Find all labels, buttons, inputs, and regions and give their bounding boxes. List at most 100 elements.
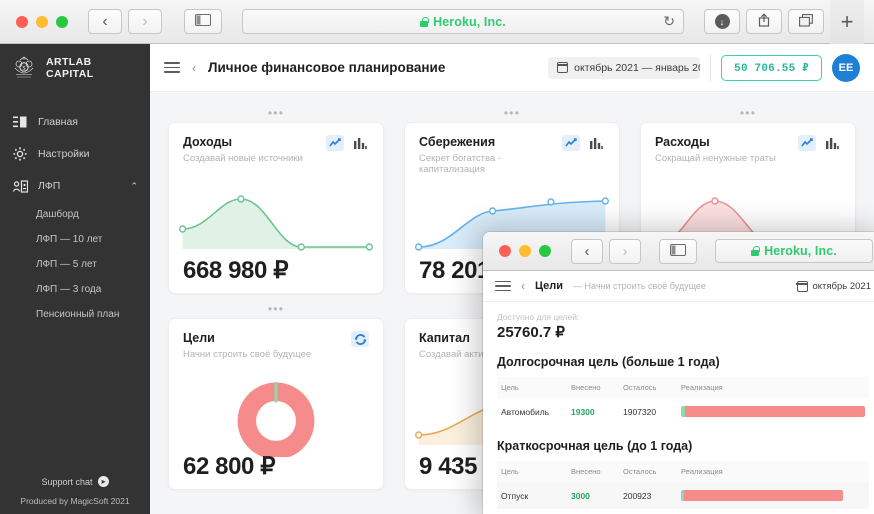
avatar[interactable]: ЕЕ [832,53,860,82]
calendar-icon [796,280,808,292]
address-bar[interactable]: Heroku, Inc. [715,239,873,263]
date-picker[interactable]: октябрь 2021 [796,280,871,292]
downloads-button[interactable]: ↓ [704,9,740,34]
sidebar-item-lfp-5[interactable]: ЛФП — 5 лет [0,252,150,277]
card-cell: ••• Доходы Создавай новые источники 668 … [168,98,384,294]
card-goals[interactable]: Цели Начни строить своё будущее 62 800 ₽ [168,318,384,490]
line-chart-icon[interactable] [798,135,816,151]
sidebar-item-dashboard[interactable]: Дашборд [0,202,150,227]
cell-deposited: 3000 [571,490,590,501]
back-chevron-icon[interactable]: ‹ [192,61,196,75]
sidebar-item-lfp-10[interactable]: ЛФП — 10 лет [0,227,150,252]
sidebar-footer: Support chat ➤ Produced by MagicSoft 202… [0,476,150,506]
card-title: Доходы [183,135,233,149]
card-menu-button[interactable]: ••• [168,107,384,122]
balance-badge[interactable]: 50 706.55 ₽ [721,54,822,81]
line-chart-icon[interactable] [562,135,580,151]
progress-remaining [684,490,843,501]
new-tab-button[interactable]: + [830,0,864,44]
minimize-window-button[interactable] [519,245,531,257]
refresh-icon[interactable] [351,331,369,347]
support-chat-label: Support chat [41,476,93,487]
back-chevron-icon[interactable]: ‹ [521,279,525,293]
bar-chart-icon[interactable] [351,135,369,151]
reload-icon[interactable]: ↻ [663,13,675,30]
minimize-window-button[interactable] [36,15,48,28]
card-chart-toggles [562,135,605,151]
window-controls [493,245,551,257]
column-header-progress: Реализация [677,377,869,398]
table-row[interactable]: Отпуск 3000 200923 [497,482,869,509]
cell-remaining: 200923 [623,490,652,501]
bar-chart-icon[interactable] [587,135,605,151]
card-subtitle: Секрет богатства - капитализация [419,153,501,175]
toolbar-actions: ↓ + [704,0,864,44]
lock-icon [751,246,760,256]
sidebar-item-lfp-3[interactable]: ЛФП — 3 года [0,277,150,302]
table-header-row: Цель Внесено Осталось Реализация [497,461,869,482]
hamburger-icon[interactable] [495,280,511,292]
forward-button[interactable]: › [128,9,162,34]
secondary-browser-window[interactable]: ‹ › Heroku, Inc. ‹ Цели — Начни строить … [483,232,874,514]
forward-button[interactable]: › [609,238,641,264]
sidebar-item-home[interactable]: Главная [0,106,150,138]
table-row[interactable]: Автомобиль 19300 1907320 [497,398,869,425]
sidebar-item-label: ЛФП [38,180,61,192]
sidebar-toggle-button[interactable] [659,238,697,264]
close-window-button[interactable] [499,245,511,257]
chevron-left-icon: ‹ [584,242,590,260]
card-subtitle: Начни строить своё будущее [183,349,312,360]
back-button[interactable]: ‹ [88,9,122,34]
card-value: 62 800 ₽ [183,453,276,480]
telegram-icon: ➤ [97,476,109,487]
card-chart-toggles [351,331,369,347]
card-header: Доходы Создавай новые источники [183,135,369,164]
card-menu-button[interactable]: ••• [168,303,384,318]
show-tabs-button[interactable] [788,9,824,34]
date-range-picker[interactable]: октябрь 2021 — январь 202 [548,56,701,79]
browser-toolbar: ‹ › Heroku, Inc. [483,232,874,271]
chevron-right-icon: › [142,12,148,30]
column-header-deposited: Внесено [567,461,619,482]
sidebar-icon [195,14,211,29]
line-chart-icon[interactable] [326,135,344,151]
back-button[interactable]: ‹ [571,238,603,264]
svg-text:$: $ [23,65,26,72]
cell-progress [677,482,869,509]
card-menu-button[interactable]: ••• [404,107,620,122]
share-button[interactable] [746,9,782,34]
cell-progress [677,509,869,514]
sidebar-item-lfp[interactable]: ЛФП ⌃ [0,170,150,202]
close-window-button[interactable] [16,15,28,28]
sidebar-item-settings[interactable]: Настройки [0,138,150,170]
hamburger-icon[interactable] [164,62,180,73]
chevron-up-icon[interactable]: ⌃ [130,181,138,192]
address-bar[interactable]: Heroku, Inc. ↻ [242,9,684,34]
progress-remaining [684,406,865,417]
maximize-window-button[interactable] [539,245,551,257]
column-header-goal: Цель [497,377,567,398]
screenshot-root: ‹ › Heroku, Inc. ↻ ↓ + $ ARTLAB CAPITAL … [0,0,874,514]
maximize-window-button[interactable] [56,15,68,28]
card-title: Цели [183,331,215,345]
long-term-goals-table: Цель Внесено Осталось Реализация Автомоб… [497,377,869,425]
sidebar-toggle-button[interactable] [184,9,222,34]
cell-deposited: 15500 [567,509,619,514]
browser-toolbar: ‹ › Heroku, Inc. ↻ ↓ + [0,0,874,44]
card-chart-toggles [798,135,841,151]
url-text: Heroku, Inc. [433,14,506,29]
table-header-row: Цель Внесено Осталось Реализация [497,377,869,398]
column-header-progress: Реализация [677,461,869,482]
column-header-remaining: Осталось [619,377,677,398]
nav-buttons: ‹ › [571,238,641,264]
card-menu-button[interactable]: ••• [640,107,856,122]
dashboard-icon [12,114,28,130]
sidebar-item-pension[interactable]: Пенсионный план [0,302,150,327]
bar-chart-icon[interactable] [823,135,841,151]
gear-icon [12,146,28,162]
cell-deposited: 19300 [571,406,595,417]
available-label: Доступно для целей: [497,312,580,322]
table-row[interactable]: Ноутбук 15500 135230 [497,509,869,514]
card-income[interactable]: Доходы Создавай новые источники 668 980 … [168,122,384,294]
support-chat-link[interactable]: Support chat ➤ [0,476,150,487]
